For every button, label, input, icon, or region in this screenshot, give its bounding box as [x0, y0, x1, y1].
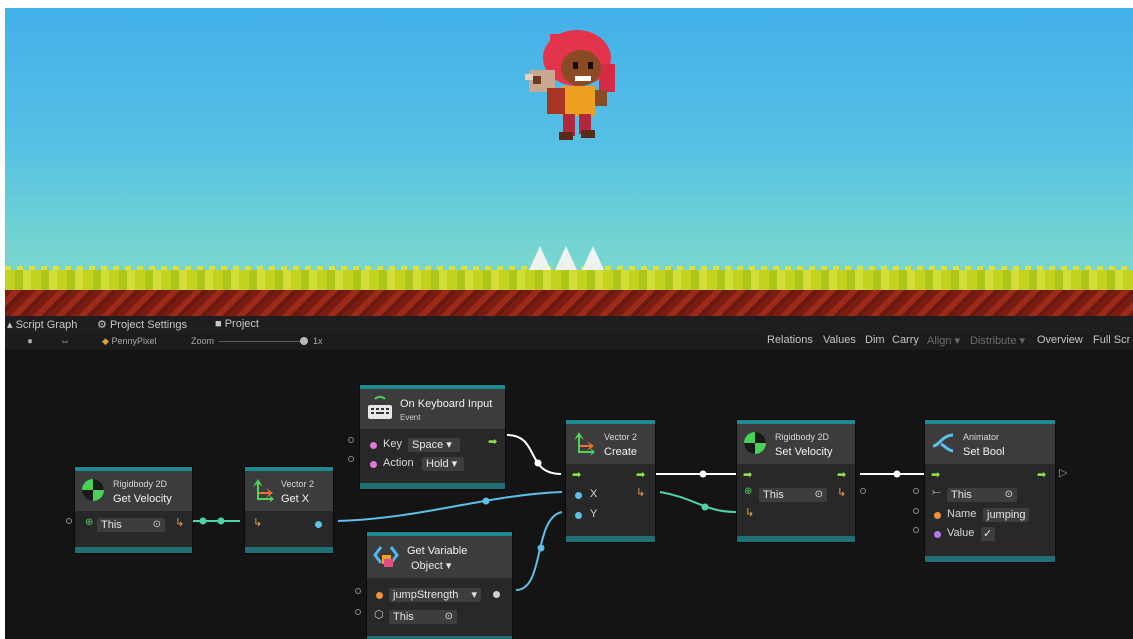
velocity-in-icon[interactable]: ↳ [745, 506, 754, 519]
value-out-port[interactable] [493, 591, 500, 598]
dirt-ground [5, 290, 1133, 316]
tab-project-settings[interactable]: ⚙ Project Settings [97, 318, 187, 331]
gear-icon: ⚙ [97, 319, 107, 331]
info-icon[interactable]: ● [27, 336, 33, 347]
name-port[interactable] [376, 592, 383, 599]
flow-out-arrow[interactable]: ➡ [837, 468, 846, 481]
variable-icon [373, 546, 399, 567]
target-in-port[interactable] [355, 609, 361, 615]
graph-toolbar: ● ⇔ ◆ PennyPixel Zoom 1x Relations Value… [5, 333, 1133, 350]
node-vector2-create[interactable]: Vector 2 Create ➡ ➡ X ↳ Y [566, 420, 655, 542]
dim-button[interactable]: Dim [865, 334, 885, 346]
action-dropdown[interactable]: Hold ▾ [422, 457, 464, 471]
animator-port-icon: ⤚ [932, 486, 941, 498]
vector-out-icon[interactable]: ↳ [175, 516, 184, 529]
name-in-port[interactable] [913, 508, 919, 514]
flow-in-arrow[interactable]: ➡ [572, 468, 581, 481]
variable-kind-dropdown[interactable]: Object ▾ [407, 560, 459, 573]
rigidbody-port-icon: ⊕ [744, 486, 753, 497]
animator-icon [932, 433, 954, 453]
value-in-port[interactable] [913, 527, 919, 533]
flow-in-arrow[interactable]: ➡ [931, 468, 940, 481]
x-port[interactable] [575, 492, 582, 499]
vector-in-icon[interactable]: ↳ [253, 516, 262, 529]
keyboard-icon [368, 395, 392, 419]
velocity-out-port[interactable] [860, 488, 866, 494]
flow-out-arrow[interactable]: ➡ [1037, 468, 1046, 481]
player-character [525, 30, 615, 140]
key-in-port[interactable] [348, 437, 354, 443]
script-graph-canvas[interactable]: Rigidbody 2D Get Velocity ⊕ This ⊙ ↳ Vect… [5, 350, 1133, 639]
tab-project[interactable]: ■ Project [215, 318, 259, 330]
rigidbody-port-icon: ⊕ [85, 517, 94, 528]
editor-tabs: ▴ Script Graph ⚙ Project Settings ■ Proj… [5, 316, 1133, 333]
value-port[interactable] [934, 531, 941, 538]
node-on-keyboard-input[interactable]: On Keyboard Input Event Key Space ▾ ➡ Ac… [360, 385, 505, 489]
grass-strip [5, 270, 1133, 292]
variable-name-dropdown[interactable]: jumpStrength ▾ [389, 588, 481, 602]
name-field[interactable]: jumping [983, 508, 1029, 522]
rigidbody-icon [82, 479, 104, 501]
values-button[interactable]: Values [823, 334, 856, 346]
node-get-variable[interactable]: Get Variable Object ▾ jumpStrength ▾ ⬡ Th… [367, 532, 512, 639]
value-checkbox[interactable]: ✓ [981, 527, 995, 541]
link-icon[interactable]: ⇔ [60, 336, 70, 347]
zoom-value: 1x [313, 336, 323, 346]
node-get-velocity[interactable]: Rigidbody 2D Get Velocity ⊕ This ⊙ ↳ [75, 467, 192, 553]
target-picker-icon[interactable]: ⊙ [815, 488, 823, 502]
target-picker-icon[interactable]: ⊙ [153, 518, 161, 532]
action-in-port[interactable] [348, 456, 354, 462]
spike [582, 246, 604, 270]
distribute-dropdown[interactable]: Distribute ▾ [970, 334, 1025, 347]
target-field[interactable]: This ⊙ [947, 488, 1017, 502]
spike [555, 246, 577, 270]
zoom-label: Zoom [191, 336, 215, 346]
target-port[interactable] [66, 518, 72, 524]
unity-editor: ▴ Script Graph ⚙ Project Settings ■ Proj… [5, 8, 1133, 639]
name-in-port[interactable] [355, 588, 361, 594]
target-field[interactable]: This ⊙ [97, 518, 165, 532]
vector2-icon [574, 432, 595, 455]
overview-button[interactable]: Overview [1037, 334, 1083, 346]
vector-out-icon[interactable]: ↳ [837, 486, 846, 499]
gameobject-icon: ⬡ [374, 609, 384, 621]
flow-out-arrow[interactable]: ➡ [636, 468, 645, 481]
folder-icon: ■ [215, 318, 222, 330]
zoom-slider[interactable] [219, 341, 305, 342]
target-picker-icon[interactable]: ⊙ [1005, 488, 1013, 502]
target-picker-icon[interactable]: ⊙ [445, 610, 453, 624]
flow-in-arrow[interactable]: ➡ [743, 468, 752, 481]
vector2-icon [253, 479, 274, 502]
target-in-port[interactable] [913, 488, 919, 494]
tab-script-graph[interactable]: ▴ Script Graph [7, 318, 77, 331]
object-selector[interactable]: ◆ PennyPixel [102, 336, 156, 347]
carry-button[interactable]: Carry [892, 334, 919, 346]
target-field[interactable]: This ⊙ [759, 488, 827, 502]
rigidbody-icon [744, 432, 766, 454]
flow-out-arrow[interactable]: ➡ [488, 435, 497, 448]
node-set-velocity[interactable]: Rigidbody 2D Set Velocity ➡ ➡ ⊕ This ⊙ ↳ … [737, 420, 855, 542]
y-port[interactable] [575, 512, 582, 519]
relations-button[interactable]: Relations [767, 334, 813, 346]
node-set-bool[interactable]: Animator Set Bool ➡ ➡ ⤚ This ⊙ Name jumpi… [925, 420, 1055, 562]
game-view [5, 8, 1133, 316]
action-port[interactable] [370, 461, 377, 468]
full-screen-button[interactable]: Full Scr [1093, 334, 1130, 346]
zoom-slider-handle[interactable] [300, 337, 308, 345]
key-port[interactable] [370, 442, 377, 449]
align-dropdown[interactable]: Align ▾ [927, 334, 960, 347]
node-get-x[interactable]: Vector 2 Get X ↳ [245, 467, 333, 553]
target-field[interactable]: This ⊙ [389, 610, 457, 624]
flow-out-port[interactable]: ▷ [1059, 466, 1067, 479]
spike [529, 246, 551, 270]
vector-out-icon[interactable]: ↳ [636, 486, 645, 499]
name-port[interactable] [934, 512, 941, 519]
key-dropdown[interactable]: Space ▾ [408, 438, 460, 452]
float-out-port[interactable] [315, 521, 322, 528]
